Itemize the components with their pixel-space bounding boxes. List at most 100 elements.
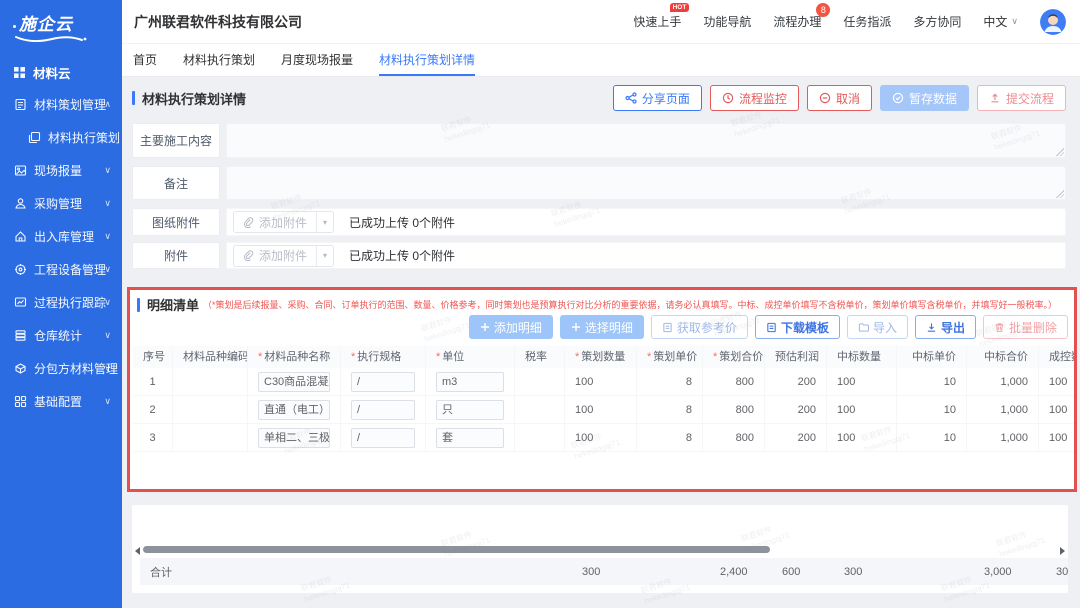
table-cell: 200 [765,396,827,424]
add-attachment-button[interactable]: 添加附件 ▾ [233,245,334,267]
required-star: * [258,351,262,363]
sidebar-item-warehouse-in-out[interactable]: 出入库管理 ∨ [0,220,122,253]
spec-input[interactable]: / [351,400,415,420]
spec-input[interactable]: / [351,372,415,392]
table-cell: 直通（电工）dn20 [248,396,341,424]
upload-status-text: 已成功上传 0个附件 [349,247,455,264]
document-icon [14,98,27,111]
column-header: 中标合价 [967,346,1039,368]
nav-process-handling[interactable]: 流程办理 8 [773,13,821,30]
sidebar-item-process-tracking[interactable]: 过程执行跟踪 ∨ [0,286,122,319]
breadcrumb-tabbar: 首页 材料执行策划 月度现场报量 材料执行策划详情 [122,44,1080,77]
add-detail-button[interactable]: 添加明细 [469,315,553,339]
material-name-input[interactable]: C30商品混凝土 [258,372,330,392]
document-icon [766,322,777,333]
column-header: 中标数量 [827,346,897,368]
share-icon [625,92,637,104]
field-label: 主要施工内容 [132,123,220,158]
cancel-button[interactable]: 取消 [807,85,872,111]
sidebar-item-label: 过程执行跟踪 [34,294,106,311]
sidebar-item-subcontractor-material-mgmt[interactable]: 分包方材料管理 ∨ [0,352,122,385]
chevron-down-icon: ∨ [1011,16,1018,27]
share-page-button[interactable]: 分享页面 [613,85,702,111]
nav-task-assignment[interactable]: 任务指派 [843,13,891,30]
main-construction-content-textarea[interactable] [226,123,1066,158]
summary-table: 合计 300 2,400 600 300 3,000 300 [140,558,1068,585]
squares-icon [14,395,27,408]
nav-quick-start[interactable]: 快速上手 HOT [633,13,681,30]
table-cell: 8 [637,368,703,396]
tab-home[interactable]: 首页 [133,44,157,76]
download-template-button[interactable]: 下载模板 [755,315,840,339]
summary-cell [522,558,572,585]
remarks-textarea[interactable] [226,166,1066,200]
table-cell: 1,000 [967,396,1039,424]
tab-material-execution-planning[interactable]: 材料执行策划 [183,44,255,76]
table-cell: 100 [565,396,637,424]
material-name-input[interactable]: 单相二、三极插座 [258,428,330,448]
section-note: （*策划是后续报量、采购、合同、订单执行的范围、数量、价格参考，同时策划也是预算… [203,298,1057,311]
field-label: 备注 [132,166,220,200]
required-star: * [647,351,651,363]
required-star: * [713,351,717,363]
table-cell: 只 [426,396,515,424]
sidebar-item-label: 采购管理 [34,195,82,212]
material-name-input[interactable]: 直通（电工）dn20 [258,400,330,420]
process-monitor-button[interactable]: 流程监控 [710,85,799,111]
chevron-up-icon: ∧ [104,99,111,110]
attachment-dropdown-caret[interactable]: ▾ [316,212,333,232]
notification-badge: 8 [816,3,830,17]
section-title: 明细清单 [147,295,199,314]
column-header: 税率 [515,346,565,368]
table-cell: 8 [637,424,703,452]
save-draft-button[interactable]: 暂存数据 [880,85,969,111]
nav-feature-navigation[interactable]: 功能导航 [703,13,751,30]
scroll-right-arrow[interactable] [1060,547,1065,555]
sidebar-item-basic-config[interactable]: 基础配置 ∨ [0,385,122,418]
scroll-left-arrow[interactable] [135,547,140,555]
table-cell [173,424,248,452]
select-detail-button[interactable]: 选择明细 [560,315,644,339]
tab-material-execution-planning-detail[interactable]: 材料执行策划详情 [379,44,475,76]
export-button[interactable]: 导出 [915,315,976,339]
image-icon [14,164,27,177]
submit-workflow-button[interactable]: 提交流程 [977,85,1066,111]
sidebar-item-material-cloud[interactable]: 材料云 [0,56,122,88]
cancel-icon [819,92,831,104]
sidebar-section-label: 材料云 [33,63,71,82]
sidebar-item-label: 基础配置 [34,393,82,410]
required-star: * [575,351,579,363]
column-header: 序号 [133,346,173,368]
sidebar-item-procurement-mgmt[interactable]: 采购管理 ∨ [0,187,122,220]
import-button[interactable]: 导入 [847,315,908,339]
unit-input[interactable]: 套 [436,428,504,448]
sidebar-item-warehouse-stats[interactable]: 仓库统计 ∨ [0,319,122,352]
unit-input[interactable]: m3 [436,372,504,392]
sidebar-item-equipment-mgmt[interactable]: 工程设备管理 ∨ [0,253,122,286]
table-cell: 100 [827,396,897,424]
spec-input[interactable]: / [351,428,415,448]
tab-monthly-site-measurement[interactable]: 月度现场报量 [281,44,353,76]
sidebar-item-material-planning-mgmt[interactable]: 材料策划管理 ∧ [0,88,122,121]
add-attachment-button[interactable]: 添加附件 ▾ [233,211,334,233]
nav-multi-collaboration[interactable]: 多方协同 [913,13,961,30]
resize-handle[interactable] [1055,147,1064,156]
folder-icon [858,322,869,333]
table-cell: 1 [133,368,173,396]
chevron-down-icon: ∨ [104,297,111,308]
resize-handle[interactable] [1055,189,1064,198]
user-avatar[interactable] [1040,9,1066,35]
summary-row: 合计 300 2,400 600 300 3,000 300 [140,558,1068,585]
unit-input[interactable]: 只 [436,400,504,420]
app-logo[interactable]: 施企云 [0,0,122,50]
get-reference-price-button[interactable]: 获取参考价 [651,315,748,339]
batch-delete-button[interactable]: 批量删除 [983,315,1068,339]
language-selector[interactable]: 中文 ∨ [983,13,1018,30]
chevron-down-icon: ∨ [104,330,111,341]
attachment-dropdown-caret[interactable]: ▾ [316,246,333,266]
sidebar-item-material-execution-planning[interactable]: 材料执行策划 [0,121,122,154]
sidebar-item-site-measurement[interactable]: 现场报量 ∨ [0,154,122,187]
column-header: *材料品种名称 [248,346,341,368]
scrollbar-thumb[interactable] [143,546,770,553]
table-cell: 10 [897,396,967,424]
